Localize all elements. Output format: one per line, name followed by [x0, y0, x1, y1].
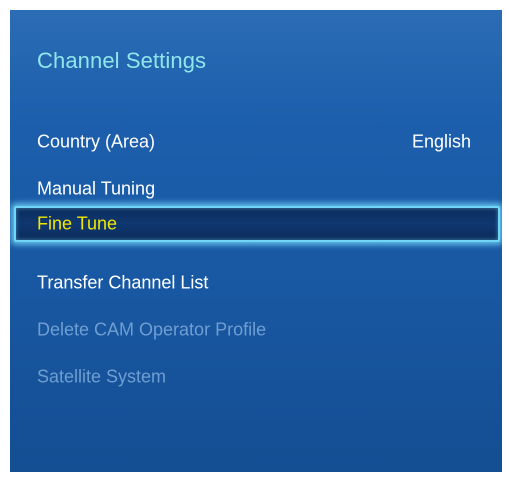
menu-item-label: Country (Area): [37, 131, 156, 152]
menu-item-transfer-channel-list[interactable]: Transfer Channel List: [10, 265, 502, 301]
menu-item-manual-tuning[interactable]: Manual Tuning: [10, 171, 502, 207]
menu-item-value: English: [411, 131, 471, 152]
menu-item-country-area[interactable]: Country (Area) English: [10, 124, 502, 160]
menu-item-label: Satellite System: [37, 366, 167, 387]
menu-item-label: Transfer Channel List: [37, 272, 209, 293]
menu-item-fine-tune[interactable]: Fine Tune: [14, 206, 500, 242]
channel-settings-panel: Channel Settings Country (Area) English …: [10, 10, 502, 472]
menu-item-label: Fine Tune: [37, 213, 118, 234]
menu-item-satellite-system: Satellite System: [10, 359, 502, 395]
menu-item-delete-cam-operator-profile: Delete CAM Operator Profile: [10, 312, 502, 348]
menu-item-label: Manual Tuning: [37, 178, 156, 199]
menu-item-label: Delete CAM Operator Profile: [37, 319, 267, 340]
menu-title: Channel Settings: [37, 48, 207, 73]
